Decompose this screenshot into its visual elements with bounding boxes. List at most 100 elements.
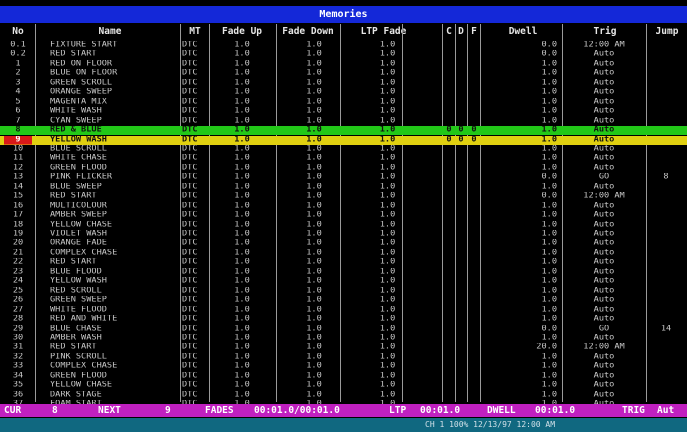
- memory-row[interactable]: 13 PINK FLICKER DTC 1.0 1.0 1.0 0.0 GO 8: [0, 173, 687, 181]
- cell-dwell: 20.0: [536, 343, 557, 352]
- cell-name: COMPLEX CHASE: [50, 362, 118, 371]
- cell-no: 35: [12, 381, 24, 390]
- cell-ltp: 1.0: [379, 182, 396, 191]
- memory-row[interactable]: 2 BLUE ON FLOOR DTC 1.0 1.0 1.0 1.0 Auto: [0, 69, 687, 77]
- memory-row[interactable]: 0.2 RED START DTC 1.0 1.0 1.0 0.0 Auto: [0, 50, 687, 58]
- cell-d: [456, 211, 466, 219]
- cell-d: [456, 258, 466, 266]
- memory-row[interactable]: 23 BLUE FLOOD DTC 1.0 1.0 1.0 1.0 Auto: [0, 268, 687, 276]
- cell-name: GREEN SWEEP: [50, 296, 107, 305]
- memory-row[interactable]: 12 GREEN FLOOD DTC 1.0 1.0 1.0 1.0 Auto: [0, 164, 687, 172]
- cell-ltp: 1.0: [379, 343, 396, 352]
- memory-row[interactable]: 0.1 FIXTURE START DTC 1.0 1.0 1.0 0.0 12:00 AM: [0, 41, 687, 49]
- memory-row[interactable]: 18 YELLOW CHASE DTC 1.0 1.0 1.0 1.0 Auto: [0, 221, 687, 229]
- cell-up: 1.0: [234, 324, 250, 333]
- memory-row[interactable]: 17 AMBER SWEEP DTC 1.0 1.0 1.0 1.0 Auto: [0, 211, 687, 219]
- cell-mt: DTC: [182, 154, 198, 163]
- cell-no: 6: [15, 107, 21, 116]
- cell-c: 0: [446, 135, 452, 145]
- cell-down: 1.0: [306, 258, 322, 267]
- memory-row[interactable]: 5 MAGENTA MIX DTC 1.0 1.0 1.0 1.0 Auto: [0, 98, 687, 106]
- cell-dwell: 1.0: [541, 154, 557, 163]
- cell-dwell: 1.0: [541, 333, 557, 342]
- cell-jump: [646, 268, 686, 276]
- info-text: CH 1 100% 12/13/97 12:00 AM: [425, 420, 556, 429]
- cell-no: 15: [12, 192, 24, 201]
- cell-trig: Auto: [593, 88, 615, 97]
- memory-row[interactable]: 10 BLUE SCROLL DTC 1.0 1.0 1.0 1.0 Auto: [0, 145, 687, 153]
- memory-row[interactable]: 22 RED START DTC 1.0 1.0 1.0 1.0 Auto: [0, 258, 687, 266]
- column-header-no: No: [12, 26, 24, 37]
- trig-label: TRIG: [622, 405, 645, 416]
- memory-row[interactable]: 3 GREEN SCROLL DTC 1.0 1.0 1.0 1.0 Auto: [0, 79, 687, 87]
- cell-no: 9: [4, 135, 32, 145]
- cell-up: 1.0: [234, 381, 250, 390]
- cell-d: [456, 296, 466, 304]
- memory-row[interactable]: 28 RED AND WHITE DTC 1.0 1.0 1.0 1.0 Auto: [0, 315, 687, 323]
- memory-row[interactable]: 16 MULTICOLOUR DTC 1.0 1.0 1.0 1.0 Auto: [0, 202, 687, 210]
- cell-f: [469, 249, 479, 257]
- cell-c: [444, 145, 454, 153]
- cell-ltp: 1.0: [379, 50, 396, 59]
- cell-f: [469, 343, 479, 351]
- cell-c: [444, 258, 454, 266]
- cell-f: [469, 107, 479, 115]
- memory-row[interactable]: 14 BLUE SWEEP DTC 1.0 1.0 1.0 1.0 Auto: [0, 183, 687, 191]
- cell-jump: [646, 202, 686, 210]
- next-value: 9: [165, 405, 171, 416]
- memory-row[interactable]: 15 RED START DTC 1.0 1.0 1.0 0.0 12:00 AM: [0, 192, 687, 200]
- memory-row[interactable]: 1 RED ON FLOOR DTC 1.0 1.0 1.0 1.0 Auto: [0, 60, 687, 68]
- cell-jump: [646, 334, 686, 342]
- memory-row[interactable]: 35 YELLOW CHASE DTC 1.0 1.0 1.0 1.0 Auto: [0, 381, 687, 389]
- memory-row[interactable]: 19 VIOLET WASH DTC 1.0 1.0 1.0 1.0 Auto: [0, 230, 687, 238]
- cell-down: 1.0: [306, 277, 322, 286]
- cell-ltp: 1.0: [379, 277, 396, 286]
- memory-row[interactable]: 33 COMPLEX CHASE DTC 1.0 1.0 1.0 1.0 Auto: [0, 362, 687, 370]
- cell-c: [444, 164, 454, 172]
- memory-row[interactable]: 21 COMPLEX CHASE DTC 1.0 1.0 1.0 1.0 Auto: [0, 249, 687, 257]
- cell-jump: [646, 183, 686, 191]
- cell-no: 34: [12, 371, 24, 380]
- memory-row[interactable]: 4 ORANGE SWEEP DTC 1.0 1.0 1.0 1.0 Auto: [0, 88, 687, 96]
- cell-no: 23: [12, 267, 24, 276]
- memory-row[interactable]: 26 GREEN SWEEP DTC 1.0 1.0 1.0 1.0 Auto: [0, 296, 687, 304]
- column-header-c: C: [446, 26, 452, 37]
- cell-jump: 14: [660, 324, 672, 333]
- cell-mt: DTC: [182, 163, 198, 172]
- cell-dwell: 1.0: [541, 239, 557, 248]
- cell-mt: DTC: [182, 286, 198, 295]
- cell-trig: Auto: [593, 371, 615, 380]
- memory-row[interactable]: 32 PINK SCROLL DTC 1.0 1.0 1.0 1.0 Auto: [0, 353, 687, 361]
- cell-name: AMBER SWEEP: [50, 211, 107, 219]
- cell-down: 1.0: [306, 78, 322, 87]
- cell-c: [444, 353, 454, 361]
- cell-dwell: 1.0: [541, 88, 557, 97]
- memory-row[interactable]: 11 WHITE CHASE DTC 1.0 1.0 1.0 1.0 Auto: [0, 154, 687, 162]
- memory-row[interactable]: 34 GREEN FLOOD DTC 1.0 1.0 1.0 1.0 Auto: [0, 372, 687, 380]
- memory-row[interactable]: 20 ORANGE FADE DTC 1.0 1.0 1.0 1.0 Auto: [0, 239, 687, 247]
- memory-row[interactable]: 36 DARK STAGE DTC 1.0 1.0 1.0 1.0 Auto: [0, 391, 687, 399]
- memory-row[interactable]: 7 CYAN SWEEP DTC 1.0 1.0 1.0 1.0 Auto: [0, 117, 687, 125]
- cell-trig: Auto: [593, 163, 615, 172]
- memory-row[interactable]: 6 WHITE WASH DTC 1.0 1.0 1.0 1.0 Auto: [0, 107, 687, 115]
- cell-no: 5: [15, 97, 21, 106]
- memory-row[interactable]: 31 RED START DTC 1.0 1.0 1.0 20.0 12:00 AM: [0, 343, 687, 351]
- cell-name: GREEN FLOOD: [50, 371, 107, 380]
- cell-trig: 12:00 AM: [583, 343, 625, 352]
- memory-row[interactable]: 25 RED SCROLL DTC 1.0 1.0 1.0 1.0 Auto: [0, 287, 687, 295]
- column-header-fade-up: Fade Up: [221, 26, 263, 37]
- memory-row[interactable]: 27 WHITE FLOOD DTC 1.0 1.0 1.0 1.0 Auto: [0, 306, 687, 314]
- cell-dwell: 1.0: [541, 315, 557, 323]
- cell-up: 1.0: [234, 116, 250, 125]
- memory-row[interactable]: 24 YELLOW WASH DTC 1.0 1.0 1.0 1.0 Auto: [0, 277, 687, 285]
- cell-ltp: 1.0: [379, 126, 396, 135]
- memory-row[interactable]: 8 RED & BLUE DTC 1.0 1.0 1.0 0 0 0 1.0 Auto: [0, 126, 687, 136]
- cell-up: 1.0: [234, 362, 250, 371]
- cell-f: [469, 230, 479, 238]
- memory-row[interactable]: 9 YELLOW WASH DTC 1.0 1.0 1.0 0 0 0 1.0 Auto: [0, 135, 687, 145]
- memory-row[interactable]: 30 AMBER WASH DTC 1.0 1.0 1.0 1.0 Auto: [0, 334, 687, 342]
- cell-no: 18: [12, 220, 24, 229]
- cell-c: 0: [446, 126, 452, 135]
- cell-mt: DTC: [182, 41, 198, 49]
- memory-row[interactable]: 29 BLUE CHASE DTC 1.0 1.0 1.0 0.0 GO 14: [0, 325, 687, 333]
